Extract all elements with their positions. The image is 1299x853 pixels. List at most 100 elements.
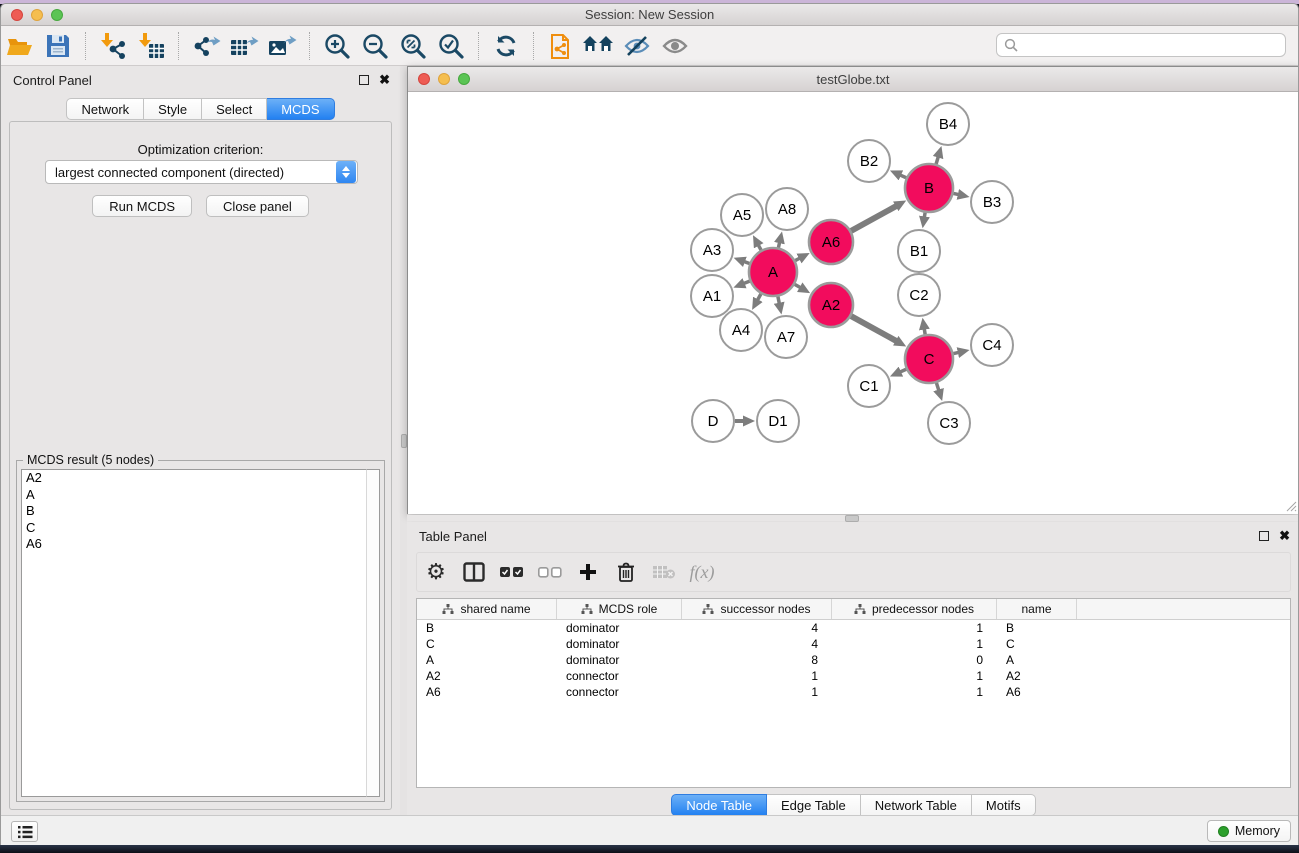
result-list-scrollbar[interactable] <box>366 469 380 797</box>
optimization-criterion-select[interactable]: largest connected component (directed) <box>45 160 358 184</box>
table-options-button[interactable]: ⚙ <box>417 554 455 590</box>
edge-A-A5[interactable] <box>758 244 761 250</box>
column-manager-button[interactable] <box>455 554 493 590</box>
table-row[interactable]: A2connector11A2 <box>417 668 1290 684</box>
node-table[interactable]: shared nameMCDS rolesuccessor nodesprede… <box>416 598 1291 788</box>
table-cell[interactable]: 0 <box>832 653 997 667</box>
hide-selected-button[interactable] <box>618 29 656 63</box>
table-cell[interactable]: A2 <box>417 669 557 683</box>
zoom-selected-button[interactable] <box>432 29 470 63</box>
delete-row-button[interactable] <box>607 554 645 590</box>
edge-C-C1[interactable] <box>899 369 906 372</box>
table-cell[interactable]: 4 <box>682 637 832 651</box>
import-network-button[interactable] <box>94 29 132 63</box>
table-cell[interactable]: 1 <box>832 685 997 699</box>
zoom-fit-button[interactable] <box>394 29 432 63</box>
table-cell[interactable]: A6 <box>997 685 1077 699</box>
edge-A-A6[interactable] <box>795 258 801 261</box>
tab-mcds[interactable]: MCDS <box>267 98 334 120</box>
delete-table-button[interactable] <box>645 554 683 590</box>
search-field[interactable] <box>996 33 1286 57</box>
close-panel-button[interactable]: Close panel <box>206 195 309 217</box>
open-file-button[interactable] <box>1 29 39 63</box>
edge-A-A7[interactable] <box>778 297 780 305</box>
edge-A6-B[interactable] <box>851 205 897 231</box>
horizontal-split-grip[interactable] <box>845 515 859 522</box>
float-table-panel-icon[interactable] <box>1259 531 1269 541</box>
edge-B-B1[interactable] <box>924 213 925 219</box>
zoom-out-button[interactable] <box>356 29 394 63</box>
edge-A-A8[interactable] <box>778 241 779 247</box>
column-header-predecessor-nodes[interactable]: predecessor nodes <box>832 599 997 619</box>
table-cell[interactable]: B <box>417 621 557 635</box>
tab-style[interactable]: Style <box>144 98 202 120</box>
memory-button[interactable]: Memory <box>1207 820 1291 842</box>
column-header-successor-nodes[interactable]: successor nodes <box>682 599 832 619</box>
tab-select[interactable]: Select <box>202 98 267 120</box>
table-cell[interactable]: 1 <box>832 621 997 635</box>
table-cell[interactable]: A2 <box>997 669 1077 683</box>
table-row[interactable]: Adominator80A <box>417 652 1290 668</box>
mcds-result-item[interactable]: A2 <box>22 470 379 487</box>
export-table-button[interactable] <box>225 29 263 63</box>
table-cell[interactable]: 1 <box>682 669 832 683</box>
edge-A2-C[interactable] <box>851 316 897 342</box>
mcds-result-item[interactable]: B <box>22 503 379 520</box>
close-panel-icon[interactable]: ✖ <box>379 75 390 85</box>
edge-A-A2[interactable] <box>795 284 802 288</box>
deselect-all-button[interactable] <box>531 554 569 590</box>
zoom-in-button[interactable] <box>318 29 356 63</box>
resize-grip-icon[interactable] <box>1283 498 1297 512</box>
function-builder-button[interactable]: f(x) <box>683 554 721 590</box>
close-table-panel-icon[interactable]: ✖ <box>1279 531 1290 541</box>
mcds-result-item[interactable]: A <box>22 487 379 504</box>
table-cell[interactable]: C <box>417 637 557 651</box>
vertical-split-grip[interactable] <box>401 434 407 448</box>
table-cell[interactable]: A <box>417 653 557 667</box>
mcds-result-list[interactable]: A2ABCA6 <box>21 469 380 797</box>
column-header-name[interactable]: name <box>997 599 1077 619</box>
table-row[interactable]: Cdominator41C <box>417 636 1290 652</box>
table-tab-edge-table[interactable]: Edge Table <box>767 794 861 816</box>
task-history-button[interactable] <box>11 821 38 842</box>
mcds-result-item[interactable]: C <box>22 520 379 537</box>
first-neighbors-button[interactable] <box>580 29 618 63</box>
table-cell[interactable]: A6 <box>417 685 557 699</box>
column-header-MCDS-role[interactable]: MCDS role <box>557 599 682 619</box>
new-network-from-selection-button[interactable] <box>542 29 580 63</box>
export-network-button[interactable] <box>187 29 225 63</box>
import-table-button[interactable] <box>132 29 170 63</box>
table-cell[interactable]: 8 <box>682 653 832 667</box>
edge-C-C4[interactable] <box>953 352 959 353</box>
mcds-result-item[interactable]: A6 <box>22 536 379 553</box>
edge-B-B3[interactable] <box>953 193 959 194</box>
edge-B-B4[interactable] <box>936 156 938 164</box>
table-cell[interactable]: 1 <box>682 685 832 699</box>
refresh-button[interactable] <box>487 29 525 63</box>
table-cell[interactable]: C <box>997 637 1077 651</box>
table-cell[interactable]: dominator <box>557 637 682 651</box>
network-graph[interactable]: B4B2BB3B1A6A5A8A3AA1A4A7A2C2CC4C1C3DD1 <box>408 93 1298 514</box>
edge-C-C3[interactable] <box>936 383 939 392</box>
table-cell[interactable]: dominator <box>557 653 682 667</box>
table-cell[interactable]: A <box>997 653 1077 667</box>
edge-A-A3[interactable] <box>743 261 749 263</box>
tab-network[interactable]: Network <box>66 98 144 120</box>
run-mcds-button[interactable]: Run MCDS <box>92 195 192 217</box>
save-session-button[interactable] <box>39 29 77 63</box>
edge-B-B2[interactable] <box>899 175 906 178</box>
table-row[interactable]: A6connector11A6 <box>417 684 1290 700</box>
table-cell[interactable]: 4 <box>682 621 832 635</box>
export-image-button[interactable] <box>263 29 301 63</box>
table-cell[interactable]: 1 <box>832 637 997 651</box>
table-cell[interactable]: dominator <box>557 621 682 635</box>
table-cell[interactable]: B <box>997 621 1077 635</box>
table-tab-motifs[interactable]: Motifs <box>972 794 1036 816</box>
table-row[interactable]: Bdominator41B <box>417 620 1290 636</box>
edge-A-A1[interactable] <box>743 281 750 284</box>
edge-A-A4[interactable] <box>757 294 761 301</box>
vertical-split-divider[interactable] <box>400 66 407 818</box>
table-cell[interactable]: connector <box>557 669 682 683</box>
add-row-button[interactable] <box>569 554 607 590</box>
table-tab-network-table[interactable]: Network Table <box>861 794 972 816</box>
